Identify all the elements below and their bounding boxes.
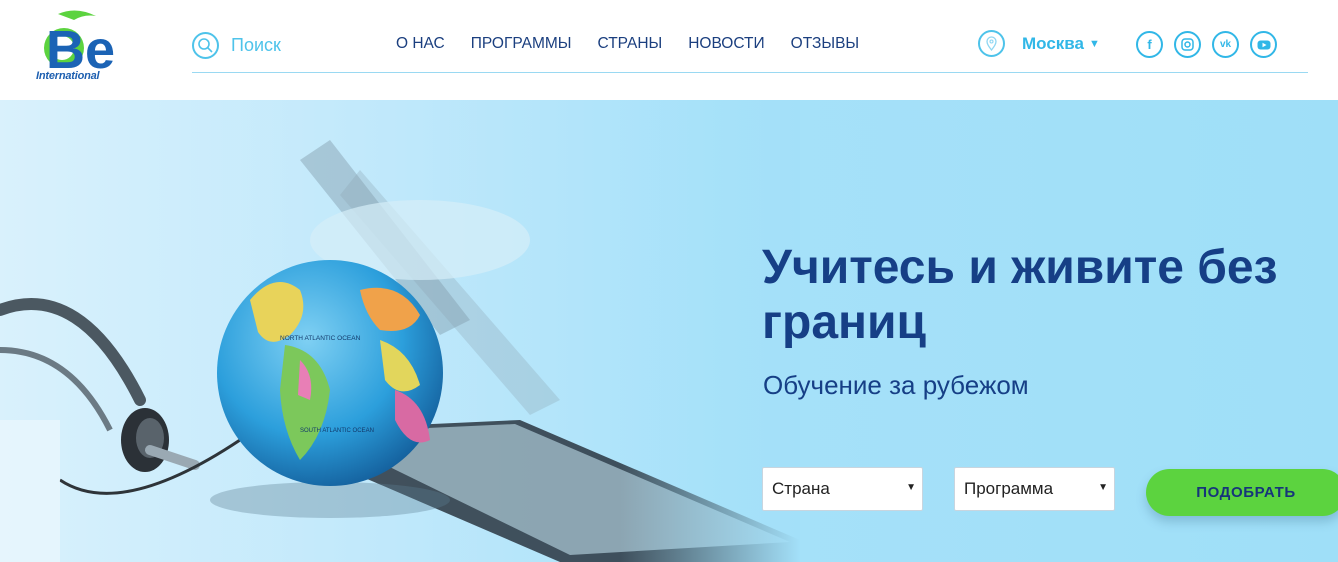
- country-select-value: Страна: [772, 479, 830, 498]
- globe-label-north: NORTH ATLANTIC OCEAN: [280, 335, 361, 342]
- instagram-icon[interactable]: [1174, 31, 1201, 58]
- page: Be International Поиск О нас Программы С…: [0, 0, 1338, 562]
- program-select-value: Программа: [964, 479, 1054, 498]
- hero-subtitle: Обучение за рубежом: [763, 370, 1029, 400]
- globe-label-south: SOUTH ATLANTIC OCEAN: [300, 428, 374, 434]
- social-links: f vk: [1136, 31, 1288, 58]
- search[interactable]: Поиск: [192, 31, 281, 59]
- main-nav: О нас Программы Страны Новости Отзывы: [396, 35, 885, 53]
- nav-item-countries[interactable]: Страны: [598, 35, 663, 53]
- location-label[interactable]: Москва: [1022, 34, 1084, 54]
- hero-banner: NORTH ATLANTIC OCEAN SOUTH ATLANTIC OCEA…: [0, 100, 1338, 562]
- site-header: Be International Поиск О нас Программы С…: [0, 0, 1338, 100]
- youtube-icon[interactable]: [1250, 31, 1277, 58]
- facebook-icon[interactable]: f: [1136, 31, 1163, 58]
- nav-item-news[interactable]: Новости: [688, 35, 764, 53]
- logo-subtext: International: [36, 70, 100, 82]
- location-pin-icon: [978, 30, 1005, 57]
- hero-illustration: NORTH ATLANTIC OCEAN SOUTH ATLANTIC OCEA…: [0, 100, 800, 562]
- hero-title: Учитесь и живите без границ: [762, 241, 1278, 349]
- submit-button[interactable]: ПОДОБРАТЬ: [1146, 469, 1338, 516]
- nav-item-reviews[interactable]: Отзывы: [791, 35, 860, 53]
- chevron-down-icon: ▼: [1098, 482, 1108, 493]
- chevron-down-icon: ▼: [1088, 37, 1100, 50]
- search-icon[interactable]: [192, 31, 219, 59]
- nav-item-programs[interactable]: Программы: [471, 35, 572, 53]
- header-divider: [192, 72, 1308, 73]
- location-selector[interactable]: Москва ▼: [978, 30, 1100, 57]
- chevron-down-icon: ▼: [906, 482, 916, 493]
- country-select[interactable]: Страна ▼: [762, 467, 923, 511]
- vk-icon[interactable]: vk: [1212, 31, 1239, 58]
- program-select[interactable]: Программа ▼: [954, 467, 1115, 511]
- search-input[interactable]: Поиск: [231, 35, 281, 56]
- nav-item-about[interactable]: О нас: [396, 35, 445, 53]
